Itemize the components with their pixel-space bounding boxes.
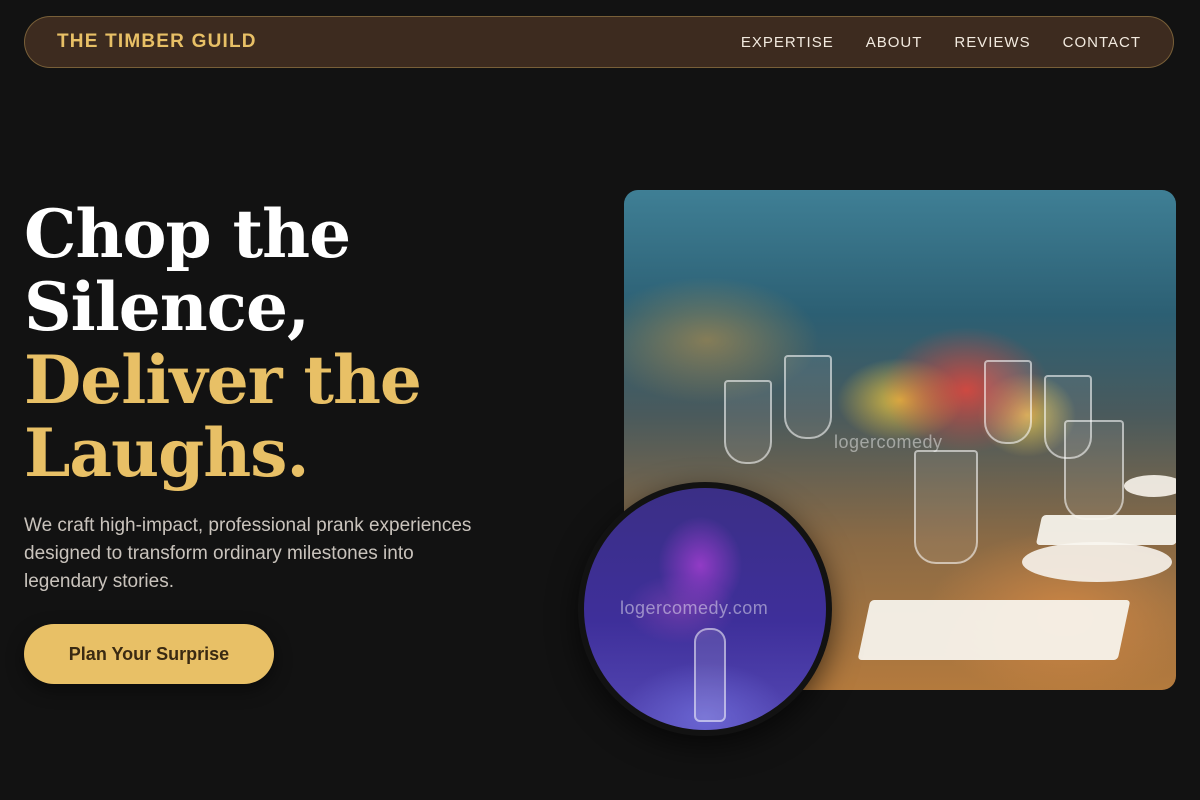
nav-link-about[interactable]: ABOUT (866, 34, 923, 51)
napkin-shape (1035, 515, 1176, 545)
nav-link-contact[interactable]: CONTACT (1063, 34, 1141, 51)
plate-shape (1022, 542, 1172, 582)
nav-links: EXPERTISE ABOUT REVIEWS CONTACT (741, 34, 1141, 51)
landing-page: THE TIMBER GUILD EXPERTISE ABOUT REVIEWS… (0, 0, 1200, 800)
brand-logo[interactable]: THE TIMBER GUILD (57, 31, 257, 53)
purple-centerpiece-photo: logercomedy.com (578, 482, 832, 736)
wine-glass-shape (984, 360, 1032, 444)
headline-line-1: Chop the (24, 195, 351, 273)
hero-section: Chop the Silence, Deliver the Laughs. We… (24, 198, 544, 596)
napkin-shape (857, 600, 1131, 660)
circle-photo-watermark: logercomedy.com (620, 598, 769, 618)
main-photo-watermark: logercomedy (834, 432, 943, 452)
headline-line-2: Silence, (24, 268, 310, 346)
nav-link-expertise[interactable]: EXPERTISE (741, 34, 834, 51)
nav-link-reviews[interactable]: REVIEWS (954, 34, 1030, 51)
wine-glass-shape (1064, 420, 1124, 520)
headline-line-3: Deliver the (24, 341, 422, 419)
wine-glass-shape (784, 355, 832, 439)
top-navigation: THE TIMBER GUILD EXPERTISE ABOUT REVIEWS… (24, 16, 1174, 68)
vase-shape (694, 628, 726, 722)
hero-headline: Chop the Silence, Deliver the Laughs. (24, 198, 544, 490)
headline-line-4: Laughs. (24, 414, 309, 492)
wine-glass-shape (724, 380, 772, 464)
wine-glass-shape (914, 450, 978, 564)
plan-surprise-button[interactable]: Plan Your Surprise (24, 624, 274, 684)
plate-shape (1124, 475, 1176, 497)
hero-subtitle: We craft high-impact, professional prank… (24, 515, 472, 592)
